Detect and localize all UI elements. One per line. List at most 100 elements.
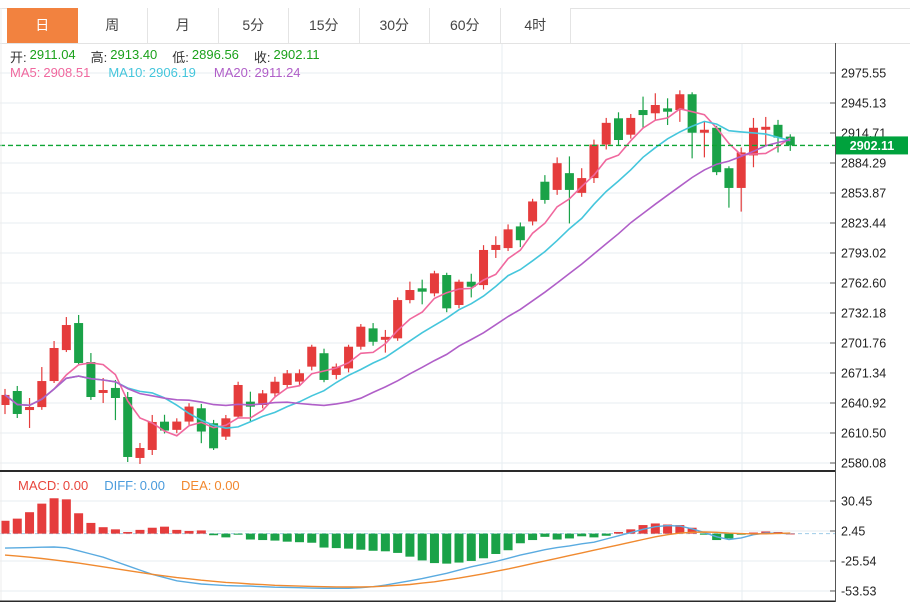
candle-body <box>491 245 500 250</box>
candle-body <box>663 108 672 111</box>
price-tick-label: 2793.02 <box>841 247 886 261</box>
macd-bar <box>1 521 10 534</box>
price-tick-label: 2975.55 <box>841 67 886 81</box>
candle-body <box>651 105 660 113</box>
close-label: 收: <box>254 47 271 66</box>
macd-bar <box>246 534 255 540</box>
macd-readout: MACD: 0.00 <box>18 478 88 493</box>
close-value: 2902.11 <box>274 47 320 66</box>
macd-bar <box>148 528 157 534</box>
candle-body <box>283 373 292 385</box>
ma-row: MA5: 2908.51 MA10: 2906.19 MA20: 2911.24 <box>10 65 301 80</box>
macd-gridlines <box>0 501 835 591</box>
candle-body <box>344 347 353 369</box>
macd-bar <box>491 534 500 554</box>
macd-bar <box>369 534 378 551</box>
ma10-readout: MA10: 2906.19 <box>108 65 196 80</box>
macd-bar <box>528 534 537 540</box>
candle-body <box>356 327 365 347</box>
macd-bar <box>197 530 206 533</box>
price-tick-label: 2701.76 <box>841 337 886 351</box>
diff-label: DIFF: <box>104 478 137 493</box>
dea-value: 0.00 <box>214 478 239 493</box>
candle-body <box>675 94 684 110</box>
candle-body <box>172 422 181 430</box>
macd-bar <box>209 534 218 536</box>
candle-body <box>405 290 414 300</box>
ma5-readout: MA5: 2908.51 <box>10 65 90 80</box>
macd-bar <box>111 529 120 533</box>
macd-bar <box>185 531 194 534</box>
tab-30分[interactable]: 30分 <box>360 8 431 43</box>
macd-bar <box>577 534 586 537</box>
candle-body <box>74 323 83 363</box>
macd-bar <box>589 534 598 538</box>
candle-body <box>504 229 513 248</box>
macd-bar <box>454 534 463 563</box>
close-readout: 收: 2902.11 <box>254 47 320 66</box>
macd-bar <box>123 532 132 534</box>
macd-bar <box>13 519 22 534</box>
ma20-readout: MA20: 2911.24 <box>214 65 301 80</box>
macd-bar <box>320 534 329 548</box>
price-tick-label: 2732.18 <box>841 307 886 321</box>
candle-body <box>516 226 525 240</box>
price-tick-label: 2671.34 <box>841 367 886 381</box>
candle-body <box>148 422 157 450</box>
tab-bar: 日周月5分15分30分60分4时 <box>7 8 571 43</box>
tab-15分[interactable]: 15分 <box>289 8 360 43</box>
macd-bar <box>172 530 181 534</box>
macd-bar <box>602 534 611 536</box>
tab-日[interactable]: 日 <box>7 8 78 43</box>
macd-label: MACD: <box>18 478 60 493</box>
candle-body <box>602 123 611 145</box>
macd-bar <box>651 523 660 533</box>
macd-bar <box>25 512 34 533</box>
ma10-line <box>5 121 790 428</box>
high-label: 高: <box>91 47 108 66</box>
tab-5分[interactable]: 5分 <box>219 8 290 43</box>
ma5-value: 2908.51 <box>43 65 90 80</box>
macd-bar <box>553 534 562 540</box>
price-tick-label: 2580.08 <box>841 457 886 471</box>
candle-body <box>320 353 329 380</box>
macd-bar <box>381 534 390 552</box>
tab-4时[interactable]: 4时 <box>501 8 572 43</box>
trading-chart-app: 2975.552945.132914.712884.292853.872823.… <box>0 0 910 604</box>
price-tick-label: 2823.44 <box>841 217 886 231</box>
macd-bar <box>62 499 71 533</box>
price-tick-label: 2853.87 <box>841 187 886 201</box>
candle-body <box>135 448 144 458</box>
price-tick-label: 2640.92 <box>841 397 886 411</box>
tab-月[interactable]: 月 <box>148 8 219 43</box>
macd-tick-label: 30.45 <box>841 495 872 509</box>
macd-bar <box>270 534 279 541</box>
low-readout: 低: 2896.56 <box>172 47 239 66</box>
macd-bar <box>430 534 439 563</box>
macd-bar <box>405 534 414 557</box>
candle-body <box>589 145 598 179</box>
macd-bar <box>221 534 230 538</box>
macd-bar <box>504 534 513 551</box>
tab-60分[interactable]: 60分 <box>430 8 501 43</box>
ma20-line <box>5 140 790 406</box>
ohlc-row: 开: 2911.04 高: 2913.40 低: 2896.56 收: 2902… <box>10 47 320 66</box>
tab-周[interactable]: 周 <box>78 8 149 43</box>
price-tag-value: 2902.11 <box>850 139 895 153</box>
macd-bar <box>37 504 46 534</box>
price-tick-label: 2945.13 <box>841 97 886 111</box>
candle-body <box>111 388 120 398</box>
ma10-label: MA10: <box>108 65 146 80</box>
open-value: 2911.04 <box>30 47 76 66</box>
high-value: 2913.40 <box>110 47 157 66</box>
candle-body <box>565 173 574 190</box>
macd-bar <box>160 527 169 534</box>
chart-canvas[interactable]: 2975.552945.132914.712884.292853.872823.… <box>0 0 910 604</box>
ma5-label: MA5: <box>10 65 40 80</box>
macd-bar <box>565 534 574 539</box>
open-readout: 开: 2911.04 <box>10 47 76 66</box>
candle-body <box>234 385 243 417</box>
macd-bar <box>724 534 733 539</box>
macd-bar <box>418 534 427 561</box>
candle-body <box>25 407 34 410</box>
